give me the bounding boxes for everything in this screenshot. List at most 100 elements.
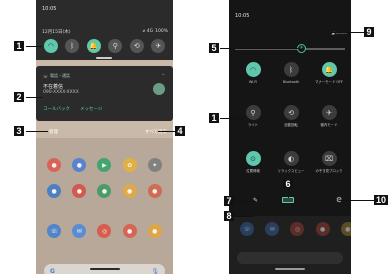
tile-label: ライト (247, 123, 259, 127)
wifi-icon: ◠ (245, 62, 261, 77)
notification-number: 090-XXXX-XXXX (43, 90, 79, 95)
status-bar-area: 10:05 12月15日(木) ⌀ 4G 100% ◠ ᛒ 🔔 ⚲ ⟲ ✈ (36, 0, 173, 60)
status-icons: ⌀ 4G 100% (143, 29, 168, 34)
tile-label: Wi-Fi (248, 80, 258, 84)
callout-leader (288, 189, 289, 198)
callout-4: 4 (175, 126, 185, 136)
photos-icon[interactable]: ✿ (122, 158, 137, 172)
messages-app-icon[interactable]: ✉ (265, 222, 280, 236)
tile-airplane[interactable]: ✈ 機内モード (313, 105, 345, 127)
tile-wifi[interactable]: ◠ Wi-Fi (237, 62, 269, 84)
location-icon: ⊙ (245, 151, 261, 166)
app-icon[interactable]: ● (122, 224, 137, 238)
callout-leader (220, 118, 244, 119)
mic-icon[interactable]: 🎙 (151, 268, 159, 274)
callout-leader (158, 131, 176, 132)
bell-icon[interactable]: 🔔 (86, 39, 101, 53)
tile-row: ⊙ 位置情報 ◐ リラックスビュー ⌧ のぞき見ブロック (237, 151, 345, 173)
google-icon: G (50, 267, 55, 274)
callout-3: 3 (14, 126, 24, 136)
notification-title: 不在着信 (43, 84, 64, 90)
tile-label: 位置情報 (246, 169, 260, 173)
app-icon[interactable]: ● (47, 158, 62, 172)
callout-leader (220, 48, 298, 49)
app-icon[interactable]: ● (47, 184, 62, 198)
messages-app-icon[interactable]: ✉ (72, 224, 87, 238)
phone-app-icon[interactable]: ☏ (47, 224, 62, 238)
app-icon[interactable]: ● (340, 222, 351, 236)
callout-leader (340, 200, 376, 201)
tile-row: ◠ Wi-Fi ᛒ Bluetooth 🔔 マナーモード OFF (237, 62, 345, 84)
clear-all-button[interactable]: すべて消去 (145, 129, 167, 135)
manage-button[interactable]: 管理 (49, 129, 58, 135)
bluetooth-icon[interactable]: ᛒ (65, 39, 80, 53)
tile-auto-rotate[interactable]: ⟲ 自動回転 (275, 105, 307, 127)
callout-leader (26, 97, 42, 98)
tile-row: ⚲ ライト ⟲ 自動回転 ✈ 機内モード (237, 105, 345, 127)
chevron-up-icon[interactable]: ^ (162, 73, 165, 78)
wifi-icon[interactable]: ◠ (43, 39, 58, 53)
callout-leader (26, 131, 48, 132)
play-store-icon[interactable]: ▶ (97, 158, 112, 172)
missed-call-notification[interactable]: ☏ 電話・通話 ^ 不在着信 090-XXXX-XXXX コールバック メッセー… (36, 66, 173, 121)
message-button[interactable]: メッセージ (80, 106, 102, 112)
callout-6: 6 (283, 179, 293, 189)
callback-button[interactable]: コールバック (43, 106, 70, 112)
app-icon[interactable]: ● (97, 184, 112, 198)
search-bar[interactable] (237, 252, 343, 264)
callout-leader (234, 201, 256, 202)
notification-panel-screen: 10:05 12月15日(木) ⌀ 4G 100% ◠ ᛒ 🔔 ⚲ ⟲ ✈ ☏ … (36, 0, 173, 274)
chrome-icon[interactable]: ◎ (97, 224, 112, 238)
app-icon[interactable]: ● (147, 184, 162, 198)
tile-manner-mode[interactable]: 🔔 マナーモード OFF (313, 62, 345, 84)
brightness-icon[interactable]: ☀ (297, 44, 306, 53)
callout-leader (331, 32, 365, 33)
bluetooth-icon: ᛒ (283, 62, 299, 77)
quick-settings-screen: 10:05 ◢ ▭▭▭ ☀ ◠ Wi-Fi ᛒ Bluetooth 🔔 マナーモ… (229, 0, 351, 274)
callout-8: 8 (224, 211, 234, 221)
clock: 10:05 (235, 13, 250, 19)
callout-7: 7 (224, 196, 234, 206)
clock: 10:05 (42, 6, 57, 12)
callout-1-right: 1 (209, 113, 219, 123)
notification-actions: コールバック メッセージ (43, 106, 102, 112)
callout-9: 9 (364, 27, 374, 37)
callout-1-left: 1 (14, 41, 24, 51)
tile-light[interactable]: ⚲ ライト (237, 105, 269, 127)
quick-settings-row: ◠ ᛒ 🔔 ⚲ ⟲ ✈ (40, 39, 169, 53)
avatar (153, 83, 165, 95)
eye-comfort-icon: ◐ (283, 151, 299, 166)
settings-app-icon[interactable]: ✦ (147, 158, 162, 172)
home-gesture-bar[interactable] (90, 268, 120, 270)
tile-label: 機内モード (320, 123, 338, 127)
app-icon[interactable]: ● (147, 224, 162, 238)
phone-icon: ☏ (43, 73, 49, 79)
airplane-icon[interactable]: ✈ (151, 39, 166, 53)
panel-drag-handle[interactable] (96, 57, 112, 59)
home-gesture-bar[interactable] (275, 268, 305, 270)
app-icon[interactable]: ● (122, 184, 137, 198)
flashlight-icon: ⚲ (245, 105, 261, 120)
tile-label: リラックスビュー (277, 169, 305, 173)
callout-leader (234, 216, 254, 217)
rotate-icon[interactable]: ⟲ (129, 39, 144, 53)
app-icon[interactable]: ● (72, 184, 87, 198)
tile-location[interactable]: ⊙ 位置情報 (237, 151, 269, 173)
tile-label: Bluetooth (282, 80, 300, 84)
notification-app-name: 電話・通話 (50, 73, 71, 78)
chrome-icon[interactable]: ◎ (290, 222, 305, 236)
tile-label: マナーモード OFF (315, 80, 343, 84)
battery-level: 100% (155, 29, 168, 34)
phone-app-icon[interactable]: ☏ (240, 222, 255, 236)
tile-bluetooth[interactable]: ᛒ Bluetooth (275, 62, 307, 84)
tile-peek-block[interactable]: ⌧ のぞき見ブロック (313, 151, 345, 173)
tile-relax-view[interactable]: ◐ リラックスビュー (275, 151, 307, 173)
dock-row: ☏ ✉ ◎ ● ● (36, 224, 173, 238)
app-icon[interactable]: ● (72, 158, 87, 172)
callout-2: 2 (14, 92, 24, 102)
date: 12月15日(木) (42, 30, 71, 35)
rotate-icon: ⟲ (283, 105, 299, 120)
dock-row: ☏ ✉ ◎ ● ● (229, 222, 351, 236)
app-icon[interactable]: ● (315, 222, 330, 236)
flashlight-icon[interactable]: ⚲ (108, 39, 123, 53)
